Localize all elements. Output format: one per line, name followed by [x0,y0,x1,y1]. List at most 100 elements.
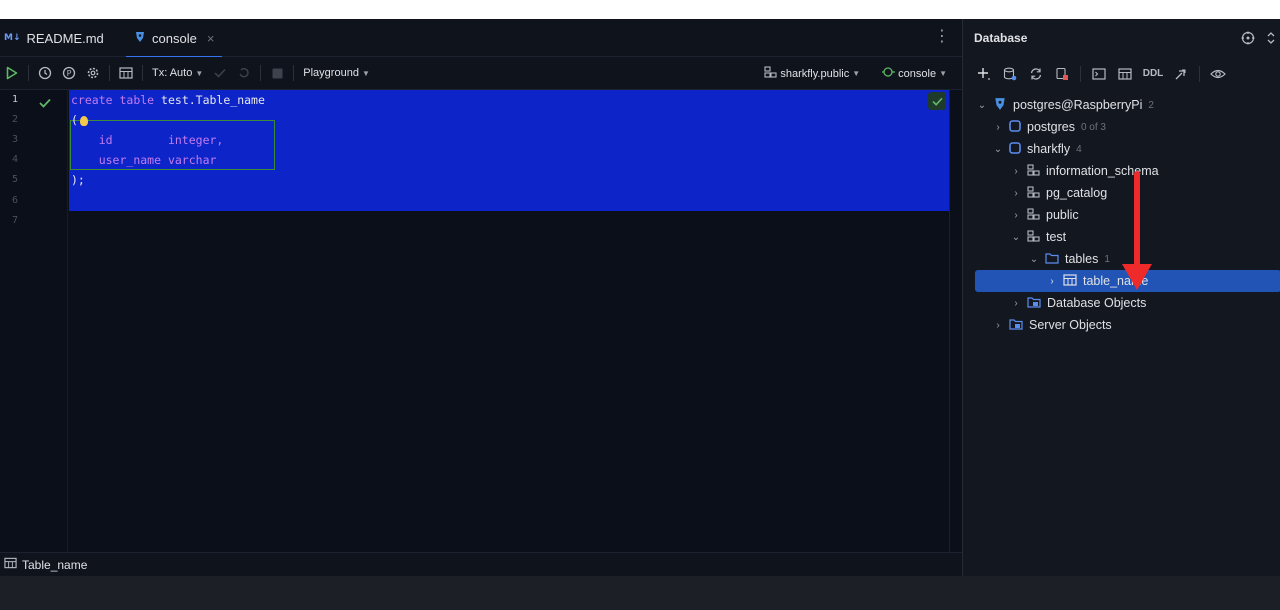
tab-readme[interactable]: M↓ README.md [4,19,104,57]
datasource-properties-icon[interactable] [998,62,1022,86]
rollback-icon[interactable] [232,61,256,85]
annotation-arrow-head [1122,264,1152,290]
toolbar-context: sharkfly.public ▼ console ▼ [759,57,952,90]
line-number: 6 [11,195,19,206]
history-icon[interactable] [33,61,57,85]
tree-node-database-objects[interactable]: › Database Objects [1011,292,1146,314]
vertical-scrollbar[interactable] [949,90,962,552]
tree-node-datasource[interactable]: ⌄ postgres@RaspberryPi 2 [977,94,1154,116]
tab-console[interactable]: console × [126,19,223,58]
chevron-right-icon[interactable]: › [1011,210,1021,221]
table-view-icon[interactable] [114,61,138,85]
schema-icon [1027,229,1040,245]
tree-node-schema[interactable]: › public [1011,204,1079,226]
chevron-right-icon[interactable]: › [1047,276,1057,287]
session-icon [882,66,896,81]
chevron-right-icon[interactable]: › [1011,298,1021,309]
commit-icon[interactable] [208,61,232,85]
tree-node-database-sharkfly[interactable]: ⌄ sharkfly 4 [993,138,1082,160]
chevron-right-icon[interactable]: › [1011,166,1021,177]
tree-node-label: Server Objects [1029,318,1112,332]
chevron-down-icon: ▼ [195,68,204,78]
bottom-margin [0,576,1280,610]
chevron-down-icon[interactable]: ⌄ [1029,254,1039,265]
console-icon[interactable] [1087,62,1111,86]
node-count: 1 [1104,253,1110,265]
column-type: integer, [167,133,224,147]
expand-collapse-icon[interactable] [1267,31,1275,48]
session-label: console [898,67,937,80]
schema-selector[interactable]: sharkfly.public ▼ [759,66,865,81]
jump-to-source-icon[interactable] [1169,62,1193,86]
tab-label: README.md [26,30,104,46]
session-selector[interactable]: console ▼ [877,66,952,81]
close-icon[interactable]: × [207,31,215,46]
paren: ( [71,113,78,127]
tree-node-label: pg_catalog [1046,186,1108,200]
add-icon[interactable] [972,62,996,86]
code-editor[interactable]: create table test.Table_name ( id intege… [69,90,962,552]
toolbar-divider [293,65,295,81]
chevron-down-icon: ▼ [361,68,370,78]
settings-icon[interactable] [81,61,105,85]
chevron-right-icon[interactable]: › [993,320,1003,331]
tree-node-label: postgres [1027,120,1075,134]
table-icon [1063,273,1077,289]
tx-mode-label: Tx: Auto [152,67,193,79]
target-icon[interactable] [1241,31,1255,48]
table-icon [4,557,17,572]
top-margin [0,0,1280,19]
database-panel-header: Database [963,19,1280,57]
chevron-down-icon[interactable]: ⌄ [977,100,987,111]
tree-node-server-objects[interactable]: › Server Objects [993,314,1112,336]
column-type: varchar [167,153,217,167]
run-icon[interactable] [0,61,24,85]
paren: ); [71,173,85,187]
chevron-right-icon[interactable]: › [1011,188,1021,199]
parameters-icon[interactable]: P [57,61,81,85]
refresh-icon[interactable] [1024,62,1048,86]
toolbar-divider [142,65,143,81]
tree-node-tables-folder[interactable]: ⌄ tables 1 [1029,248,1110,270]
tree-node-schema[interactable]: › pg_catalog [1011,182,1107,204]
column-name: id [98,133,113,147]
table-icon[interactable] [1113,62,1137,86]
panel-title: Database [974,31,1028,45]
chevron-down-icon: ▼ [852,69,861,78]
lightbulb-icon[interactable] [79,115,88,126]
disconnect-icon[interactable] [1050,62,1074,86]
toolbar-divider [260,65,262,81]
status-table-label: Table_name [22,557,88,572]
inspection-ok-icon[interactable] [928,92,946,110]
database-toolbar: DDL [963,57,1280,90]
tree-node-schema-test[interactable]: ⌄ test [1011,226,1066,248]
markdown-icon: M↓ [4,33,21,43]
toolbar-divider [1080,65,1081,82]
line-number: 1 [11,94,19,105]
code-line-1: create table test.Table_name [71,90,265,110]
tree-node-label: test [1046,230,1067,244]
chevron-down-icon[interactable]: ⌄ [1011,232,1021,243]
chevron-down-icon[interactable]: ⌄ [993,144,1003,155]
chevron-right-icon[interactable]: › [993,122,1003,133]
playground-dropdown[interactable]: Playground ▼ [298,67,375,79]
ddl-button[interactable]: DDL [1139,62,1167,86]
tree-node-label: postgres@RaspberryPi [1013,98,1143,112]
editor-tab-bar: M↓ README.md console × ⋮ [0,19,962,58]
node-count: 4 [1076,143,1082,155]
keyword: create [71,93,113,107]
code-line-4: user_name varchar [71,150,217,170]
view-options-icon[interactable] [1206,62,1230,86]
line-number-gutter: 1 2 3 4 5 6 7 [0,90,68,552]
chevron-down-icon: ▼ [939,69,947,78]
tree-node-database-postgres[interactable]: › postgres 0 of 3 [993,116,1106,138]
tx-mode-dropdown[interactable]: Tx: Auto ▼ [147,67,208,79]
stop-icon[interactable] [265,61,289,85]
playground-label: Playground [303,67,359,79]
line-number: 3 [11,134,19,145]
table-identifier: test.Table_name [161,93,265,107]
more-options-icon[interactable]: ⋮ [934,29,950,45]
tree-node-label: information_schema [1046,164,1159,178]
node-count: 0 of 3 [1080,121,1106,133]
folder-icon [1045,252,1059,267]
